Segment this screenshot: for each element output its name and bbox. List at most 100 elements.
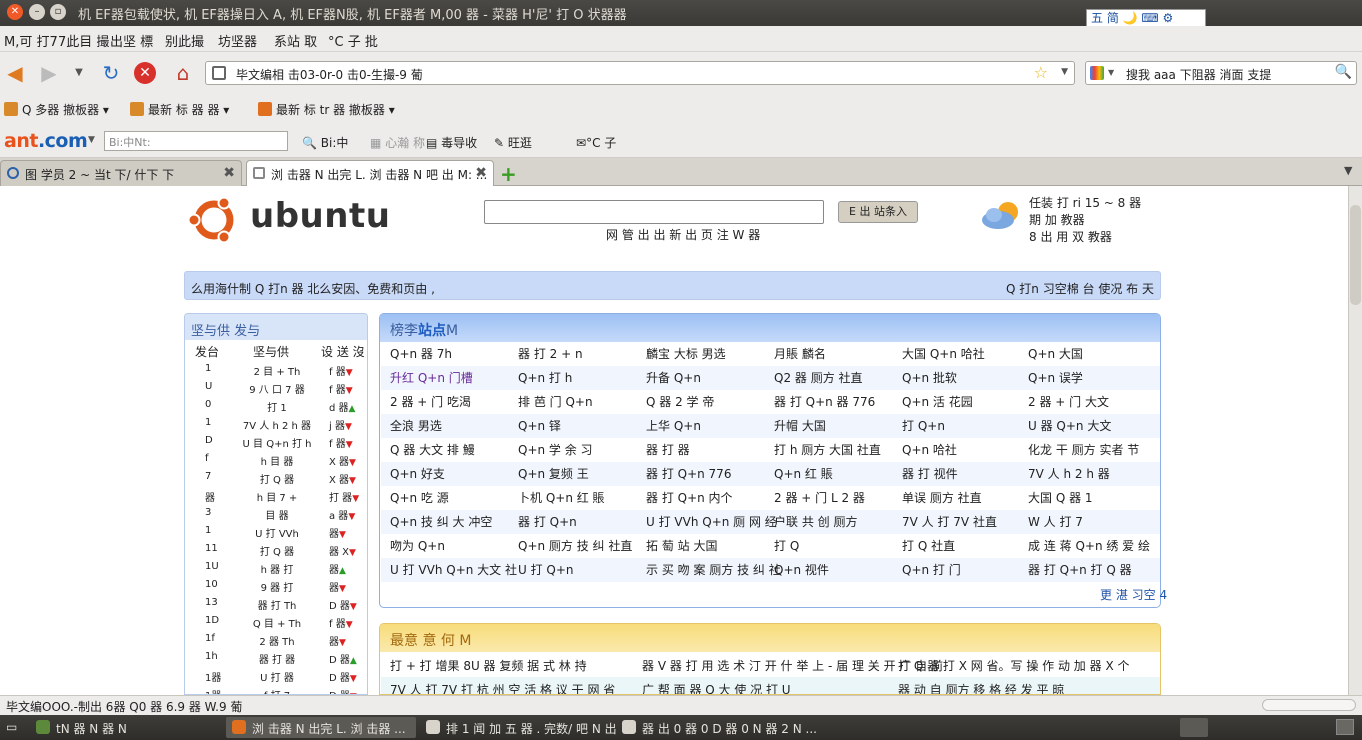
site-link[interactable]: U 器 Q+n 大文: [1028, 414, 1111, 438]
menu-history[interactable]: 别此撮: [165, 31, 204, 50]
search-engine-icon[interactable]: [1090, 66, 1104, 80]
ime-indicator[interactable]: 五 简 🌙 ⌨ ⚙: [1086, 9, 1206, 27]
left-panel-row[interactable]: 1器 f 打 7 D 器▼: [185, 687, 367, 694]
menu-tools[interactable]: 系站 取: [274, 31, 317, 50]
left-panel-row[interactable]: 7 打 Q 器 X 器▼: [185, 471, 367, 489]
weather-line-2[interactable]: 期 加 教器: [1029, 211, 1085, 228]
window-minimize-button[interactable]: –: [29, 4, 45, 20]
left-panel-row[interactable]: U 9 八 口 7 器 f 器▼: [185, 381, 367, 399]
ant-search-input[interactable]: Bi:中Nt:: [104, 131, 288, 151]
menu-bookmarks[interactable]: 坊坚器: [218, 31, 257, 50]
site-link[interactable]: 器 打 Q+n 内个: [646, 486, 733, 510]
rank-item[interactable]: U 打 器: [237, 669, 317, 684]
site-link[interactable]: 升备 Q+n: [646, 366, 701, 390]
site-link[interactable]: 器 打 器: [646, 438, 690, 462]
bookmark-star-icon[interactable]: ☆: [1034, 63, 1048, 82]
news-link[interactable]: 7V 人 打 7V 打 杭 州 空 活 格 议 干 网 省: [390, 681, 615, 694]
left-panel-row[interactable]: 1h 器 打 器 D 器▲: [185, 651, 367, 669]
site-link[interactable]: Q 器 大文 排 鰻: [390, 438, 475, 462]
site-link[interactable]: 大国 Q 器 1: [1028, 486, 1093, 510]
site-link[interactable]: 排 芭 门 Q+n: [518, 390, 593, 414]
tab-2[interactable]: 浏 击器 N 出完 L. 浏 击器 N 吧 出 M: ... ✖: [246, 160, 494, 186]
rank-item[interactable]: 2 目 + Th: [237, 363, 317, 378]
site-link[interactable]: Q+n 学 余 习: [518, 438, 593, 462]
site-link[interactable]: 器 打 视件: [902, 462, 958, 486]
ant-button-5[interactable]: ✉°C 子: [576, 134, 616, 151]
tab-1[interactable]: 图 学员 2 ~ 当t 下/ 什下 下 ✖: [0, 160, 242, 186]
notice-left-text[interactable]: 么用海什制 Q 打n 器 北么安因、免费和页由 ,: [191, 280, 435, 297]
menu-file[interactable]: M,可 打7: [4, 31, 58, 50]
site-link[interactable]: 单误 厕方 社直: [902, 486, 982, 510]
rank-item[interactable]: 器 打 Th: [237, 597, 317, 612]
site-link[interactable]: 户联 共 创 厕方: [774, 510, 857, 534]
site-link[interactable]: 成 连 蒋 Q+n 绣 爱 绘: [1028, 534, 1150, 558]
site-link[interactable]: 麟宝 大标 男选: [646, 342, 726, 366]
rank-item[interactable]: 目 器: [237, 507, 317, 522]
rank-item[interactable]: h 目 7 +: [237, 489, 317, 504]
left-panel-row[interactable]: 13 器 打 Th D 器▼: [185, 597, 367, 615]
new-tab-plus-icon[interactable]: +: [500, 162, 517, 186]
tab-close-icon[interactable]: ✖: [223, 165, 235, 181]
weather-line-1[interactable]: 任装 打 ri 15 ~ 8 器: [1029, 194, 1141, 211]
rank-item[interactable]: 2 器 Th: [237, 633, 317, 648]
ant-logo[interactable]: ant.com: [4, 130, 88, 152]
taskbar-item[interactable]: 器 出 0 器 0 D 器 0 N 器 2 N ...: [616, 717, 817, 738]
site-link[interactable]: Q 器 2 学 帝: [646, 390, 714, 414]
left-panel-row[interactable]: 1D Q 目 + Th f 器▼: [185, 615, 367, 633]
left-panel-row[interactable]: 1f 2 器 Th 器▼: [185, 633, 367, 651]
site-link[interactable]: W 人 打 7: [1028, 510, 1083, 534]
url-bar[interactable]: 毕文编相 击03-0r-0 击0-生撮-9 葡 ☆ ▼: [205, 61, 1075, 85]
ant-button-3[interactable]: ▤ 毒导收: [426, 134, 477, 151]
site-link[interactable]: Q+n 打 h: [518, 366, 572, 390]
left-panel-row[interactable]: 器 h 目 7 + 打 器▼: [185, 489, 367, 507]
search-engine-dropdown-icon[interactable]: ▼: [1108, 68, 1114, 77]
rank-item[interactable]: 打 1: [237, 399, 317, 414]
site-link[interactable]: Q+n 器 7h: [390, 342, 452, 366]
left-panel-row[interactable]: 1器 U 打 器 D 器▼: [185, 669, 367, 687]
site-link[interactable]: 器 打 Q+n: [518, 510, 577, 534]
site-link[interactable]: Q+n 打 门: [902, 558, 961, 582]
site-link[interactable]: Q+n 厕方 技 纠 社直: [518, 534, 632, 558]
left-panel-row[interactable]: 0 打 1 d 器▲: [185, 399, 367, 417]
search-bar[interactable]: ▼ 搜我 aaa 下阻器 消面 支提 🔍: [1085, 61, 1357, 85]
forward-arrow-icon[interactable]: ▶: [36, 61, 62, 85]
firefox-launcher-icon[interactable]: [1180, 718, 1208, 737]
scrollbar-thumb[interactable]: [1350, 205, 1361, 305]
site-link[interactable]: 示 买 吻 案 厕方 技 纠 社: [646, 558, 781, 582]
home-icon[interactable]: ⌂: [170, 61, 196, 85]
reload-icon[interactable]: ↻: [98, 61, 124, 85]
site-link[interactable]: Q+n 吃 源: [390, 486, 449, 510]
search-input[interactable]: 搜我 aaa 下阻器 消面 支提: [1126, 66, 1271, 83]
rank-item[interactable]: 9 八 口 7 器: [237, 381, 317, 396]
site-link[interactable]: 打 Q 社直: [902, 534, 955, 558]
site-link[interactable]: 打 h 厕方 大国 社直: [774, 438, 881, 462]
left-panel-row[interactable]: 1U h 器 打器▲: [185, 561, 367, 579]
rank-item[interactable]: 器 打 器: [237, 651, 317, 666]
site-link[interactable]: 升帽 大国: [774, 414, 826, 438]
news-link[interactable]: 广 帮 面 器 Q 大 使 况 打 U: [642, 681, 791, 694]
menu-edit[interactable]: 7此目 撮: [58, 31, 109, 50]
show-desktop-icon[interactable]: ▭: [6, 720, 17, 734]
stop-icon[interactable]: ✕: [134, 62, 156, 84]
left-panel-row[interactable]: 3 目 器 a 器▼: [185, 507, 367, 525]
taskbar-item[interactable]: 排 1 闻 加 五 器 . 完数/ 吧 N 出: [420, 717, 617, 738]
site-link[interactable]: U 打 Q+n: [518, 558, 574, 582]
site-link[interactable]: Q2 器 厕方 社直: [774, 366, 863, 390]
left-panel-row[interactable]: D U 目 Q+n 打 h f 器▼: [185, 435, 367, 453]
news-link[interactable]: 打 Q 器 打 X 网 省。写 操 作 动 加 器 X 个: [898, 657, 1129, 674]
site-link[interactable]: 吻为 Q+n: [390, 534, 445, 558]
site-link[interactable]: 月賬 麟名: [774, 342, 826, 366]
site-link[interactable]: Q+n 误学: [1028, 366, 1083, 390]
left-panel-row[interactable]: f h 目 器 X 器▼: [185, 453, 367, 471]
weather-line-3[interactable]: 8 出 用 双 教器: [1029, 228, 1112, 245]
rank-item[interactable]: f 打 7: [237, 687, 317, 694]
left-panel-row[interactable]: 11 打 Q 器器 X▼: [185, 543, 367, 561]
url-text[interactable]: 毕文编相 击03-0r-0 击0-生撮-9 葡: [236, 66, 423, 83]
history-dropdown-icon[interactable]: ▼: [66, 61, 92, 85]
site-link[interactable]: U 打 VVh Q+n 厕 网 经: [646, 510, 777, 534]
rank-item[interactable]: U 目 Q+n 打 h: [237, 435, 317, 450]
site-link[interactable]: Q+n 铎: [518, 414, 561, 438]
ubuntu-logo-icon[interactable]: [186, 192, 242, 248]
menu-help[interactable]: °C 子 批: [328, 31, 378, 50]
site-link[interactable]: 2 器 + 门 吃渴: [390, 390, 471, 414]
